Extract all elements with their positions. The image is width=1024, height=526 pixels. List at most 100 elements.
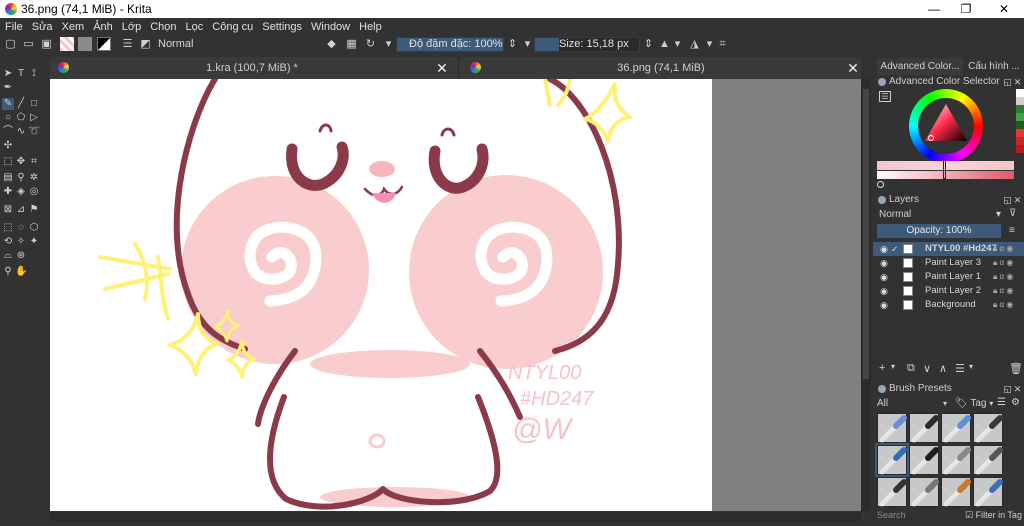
brush-preset-tile[interactable] bbox=[973, 477, 1003, 507]
brush-preset-tile[interactable] bbox=[877, 413, 907, 443]
new-document-icon[interactable]: ▢ bbox=[4, 38, 17, 51]
close-panel-icon[interactable]: ✕ bbox=[1013, 193, 1022, 207]
chevron-down-icon[interactable]: ▾ bbox=[521, 38, 534, 51]
polyline-tool-icon[interactable]: ▷ bbox=[28, 112, 40, 124]
line-tool-icon[interactable]: ╱ bbox=[15, 98, 27, 110]
float-panel-icon[interactable]: ◱ bbox=[1003, 75, 1012, 89]
layer-blend-select[interactable]: Normal ▾ bbox=[877, 208, 1003, 221]
layer-row[interactable]: ◉ Paint Layer 2 🔒︎ α ◉ bbox=[873, 284, 1024, 298]
close-tab-1-icon[interactable]: ✕ bbox=[434, 60, 450, 76]
brush-preset-icon[interactable]: ◩ bbox=[139, 38, 152, 51]
brush-settings-icon[interactable]: ⚙ bbox=[1011, 397, 1020, 408]
layer-lock-icon[interactable]: 🔒︎ α ◉ bbox=[993, 242, 1013, 256]
menu-filter[interactable]: Lọc bbox=[186, 21, 204, 33]
calligraphy-tool-icon[interactable]: ✒ bbox=[2, 82, 14, 94]
select-shapes-tool-icon[interactable]: ➤ bbox=[2, 68, 14, 80]
brush-preset-tile[interactable] bbox=[941, 477, 971, 507]
move-layer-up-icon[interactable]: ∧ bbox=[939, 362, 947, 375]
eraser-icon[interactable]: ◆ bbox=[325, 38, 338, 51]
polygon-tool-icon[interactable]: ⬠ bbox=[15, 112, 27, 124]
layer-filter-icon[interactable]: ⊽ bbox=[1009, 208, 1016, 219]
reload-preset-icon[interactable]: ↻ bbox=[364, 38, 377, 51]
brush-search-input[interactable]: Search bbox=[877, 509, 963, 521]
fill-tool-icon[interactable]: ◈ bbox=[15, 186, 27, 198]
zoom-tool-icon[interactable]: ⚲ bbox=[2, 266, 14, 278]
size-stepper-icon[interactable]: ⇕ bbox=[642, 38, 655, 51]
chevron-down-icon[interactable]: ▾ bbox=[969, 362, 973, 371]
menu-view[interactable]: Xem bbox=[62, 21, 85, 33]
edit-shapes-tool-icon[interactable]: ⟟ bbox=[28, 68, 40, 80]
ellipse-tool-icon[interactable]: ○ bbox=[2, 112, 14, 124]
dynamic-brush-tool-icon[interactable]: ➰ bbox=[28, 126, 40, 138]
multibrush-tool-icon[interactable]: ✣ bbox=[2, 140, 14, 152]
chevron-down-icon[interactable]: ▾ bbox=[703, 38, 716, 51]
pattern-swatch[interactable] bbox=[78, 37, 92, 51]
mirror-icon[interactable]: ◮ bbox=[688, 38, 701, 51]
layer-lock-icon[interactable]: 🔒︎ α ◉ bbox=[993, 256, 1013, 270]
fg-bg-color-swatch[interactable] bbox=[97, 37, 111, 51]
layer-row[interactable]: ◉ Paint Layer 1 🔒︎ α ◉ bbox=[873, 270, 1024, 284]
gradient-tool-icon[interactable]: ▤ bbox=[2, 172, 14, 184]
minimize-button[interactable]: — bbox=[916, 0, 952, 18]
size-slider[interactable]: Size: 15,18 px bbox=[534, 37, 640, 52]
smart-patch-tool-icon[interactable]: ✚ bbox=[2, 186, 14, 198]
open-document-icon[interactable]: ▭ bbox=[22, 38, 35, 51]
blend-mode-select[interactable]: Normal bbox=[155, 37, 315, 52]
duplicate-layer-icon[interactable]: ⧉ bbox=[907, 362, 915, 375]
color-hue-ring[interactable] bbox=[909, 89, 983, 163]
magnetic-select-tool-icon[interactable]: ⊛ bbox=[15, 250, 27, 262]
menu-settings[interactable]: Settings bbox=[262, 21, 302, 33]
delete-layer-icon[interactable]: 🗑︎ bbox=[1009, 362, 1023, 375]
brush-preset-tile[interactable] bbox=[875, 443, 909, 477]
close-panel-icon[interactable]: ✕ bbox=[1013, 75, 1022, 89]
canvas-area[interactable]: NTYL00 #HD247 @W bbox=[50, 79, 861, 511]
colorize-mask-tool-icon[interactable]: ✲ bbox=[28, 172, 40, 184]
opacity-slider[interactable]: Độ đậm đặc: 100% bbox=[396, 37, 504, 52]
visibility-eye-icon[interactable]: ◉ bbox=[879, 270, 889, 284]
menu-file[interactable]: File bbox=[5, 21, 23, 33]
measure-tool-icon[interactable]: ⊿ bbox=[15, 204, 27, 216]
enclose-fill-tool-icon[interactable]: ◎ bbox=[28, 186, 40, 198]
bezier-tool-icon[interactable]: ⌒ bbox=[2, 126, 14, 138]
tab-1-kra[interactable]: 1.kra (100,7 MiB) * bbox=[72, 57, 432, 79]
polygon-select-tool-icon[interactable]: ⬡ bbox=[28, 222, 40, 234]
freehand-select-tool-icon[interactable]: ⟲ bbox=[2, 236, 14, 248]
brush-preset-tile[interactable] bbox=[941, 413, 971, 443]
freehand-brush-tool-icon[interactable]: ✎ bbox=[2, 98, 14, 110]
menu-layer[interactable]: Lớp bbox=[122, 21, 141, 33]
chevron-down-icon[interactable]: ▾ bbox=[891, 362, 895, 371]
visibility-eye-icon[interactable]: ◉ bbox=[879, 284, 889, 298]
ellipse-select-tool-icon[interactable]: ◌ bbox=[15, 222, 27, 234]
chevron-down-icon[interactable]: ▾ bbox=[382, 38, 395, 51]
gradient-swatch[interactable] bbox=[60, 37, 74, 51]
close-tab-2-icon[interactable]: ✕ bbox=[845, 60, 861, 76]
layer-row[interactable]: ◉ ✓ NTYL00 #Hd247 🔒︎ α ◉ bbox=[873, 242, 1024, 256]
rectangle-tool-icon[interactable]: □ bbox=[28, 98, 40, 110]
vertical-scrollbar[interactable] bbox=[861, 79, 871, 511]
brush-preset-tile[interactable] bbox=[941, 445, 971, 475]
brush-list-view-icon[interactable]: ☰ bbox=[997, 397, 1006, 408]
layer-row[interactable]: ◉ Background 🔒︎ α ◉ bbox=[873, 298, 1024, 312]
float-panel-icon[interactable]: ◱ bbox=[1003, 382, 1012, 396]
visibility-eye-icon[interactable]: ◉ bbox=[879, 242, 889, 256]
float-panel-icon[interactable]: ◱ bbox=[1003, 193, 1012, 207]
pan-tool-icon[interactable]: ✋ bbox=[15, 266, 27, 278]
tab-36-png[interactable]: 36.png (74,1 MiB) bbox=[486, 57, 836, 79]
chevron-down-icon[interactable]: ▾ bbox=[671, 38, 684, 51]
brush-preset-tile[interactable] bbox=[877, 477, 907, 507]
menu-help[interactable]: Help bbox=[359, 21, 382, 33]
horizontal-scrollbar[interactable] bbox=[50, 512, 861, 522]
menu-select[interactable]: Chọn bbox=[150, 21, 176, 33]
close-window-button[interactable]: ✕ bbox=[986, 0, 1022, 18]
layer-properties-icon[interactable]: ☰ bbox=[955, 362, 965, 375]
color-selector-menu-icon[interactable]: ☰ bbox=[879, 91, 891, 102]
add-layer-icon[interactable]: + bbox=[879, 362, 885, 374]
layer-lock-icon[interactable]: 🔒︎ α ◉ bbox=[993, 298, 1013, 312]
text-tool-icon[interactable]: T bbox=[15, 68, 27, 80]
assistant-tool-icon[interactable]: ⊠ bbox=[2, 204, 14, 216]
filter-in-tag-checkbox[interactable]: ☑ Filter in Tag bbox=[965, 509, 1023, 521]
layer-row[interactable]: ◉ Paint Layer 3 🔒︎ α ◉ bbox=[873, 256, 1024, 270]
layer-options-icon[interactable]: ≡ bbox=[1009, 225, 1015, 236]
color-picker-tool-icon[interactable]: ⚲ bbox=[15, 172, 27, 184]
tab-tool-options[interactable]: Cấu hình ... bbox=[965, 58, 1023, 75]
